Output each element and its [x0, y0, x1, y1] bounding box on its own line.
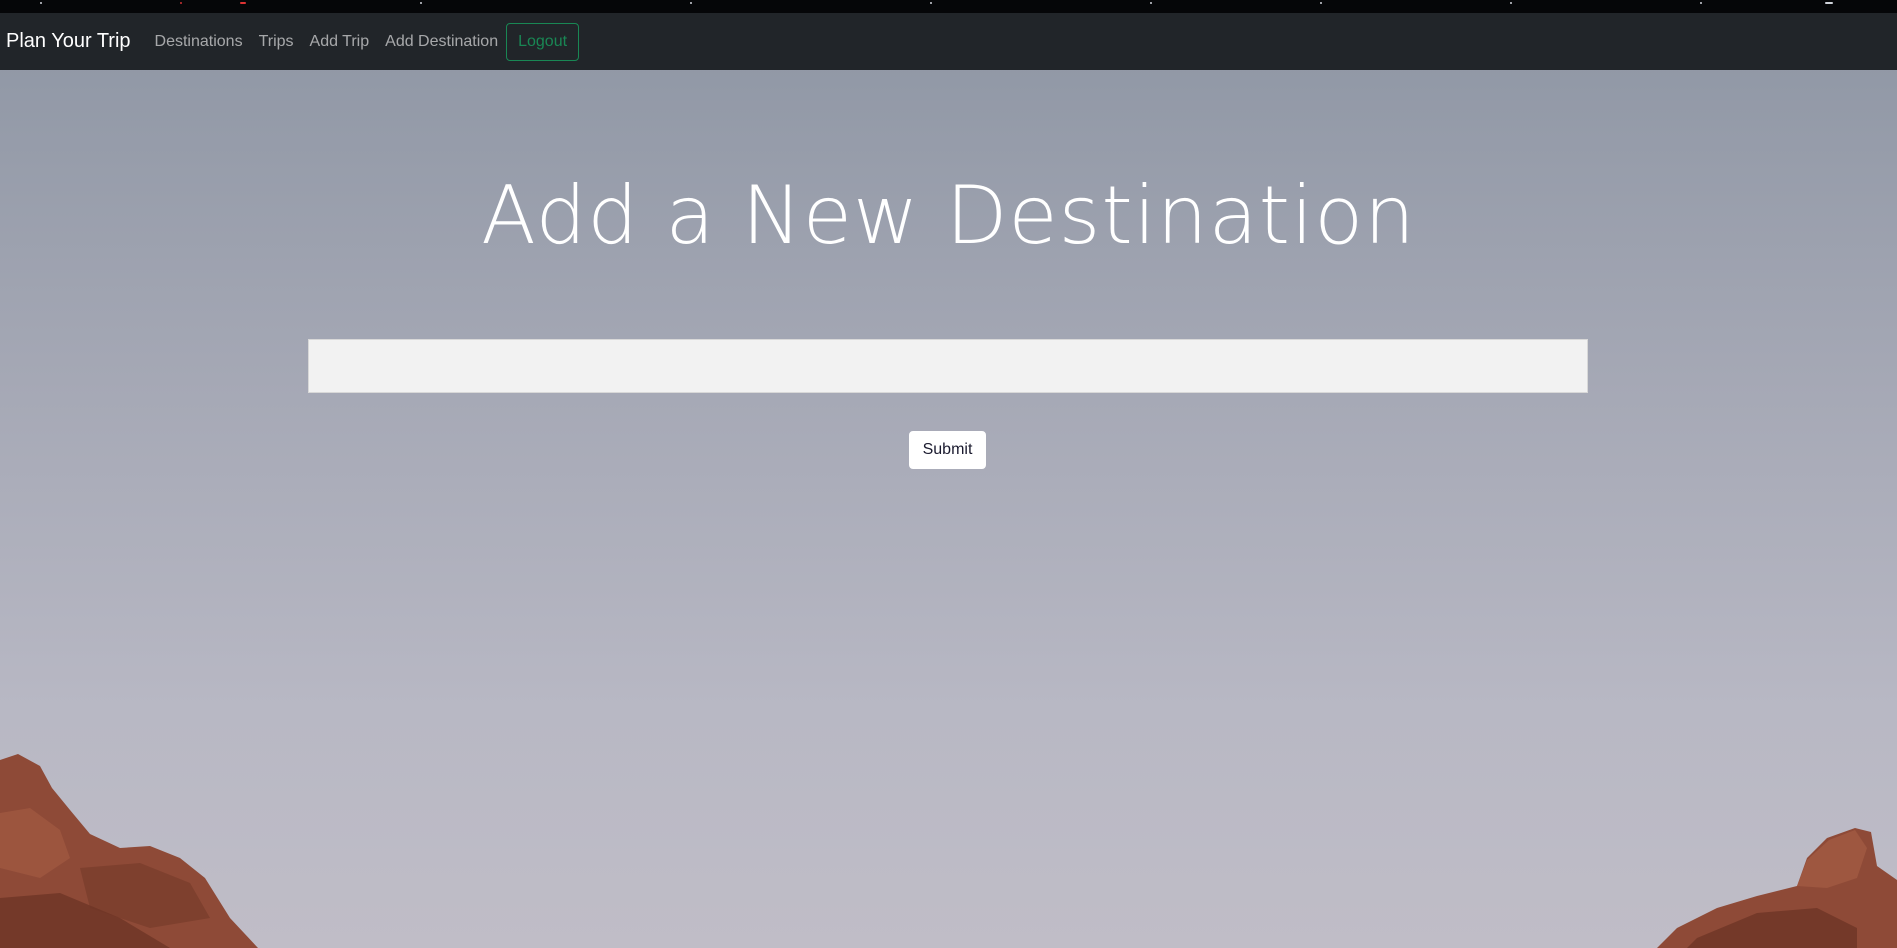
top-navbar: Plan Your Trip Destinations Trips Add Tr… — [0, 13, 1897, 70]
submit-button[interactable]: Submit — [909, 431, 986, 469]
page: Plan Your Trip Destinations Trips Add Tr… — [0, 0, 1897, 948]
logout-button[interactable]: Logout — [506, 22, 580, 61]
nav-link-destinations[interactable]: Destinations — [155, 33, 243, 51]
page-title: Add a New Destination — [481, 169, 1416, 262]
red-rock-right-decoration — [1657, 828, 1897, 948]
brand-link[interactable]: Plan Your Trip — [6, 30, 131, 53]
nav-link-add-trip[interactable]: Add Trip — [310, 33, 370, 51]
nav-link-add-destination[interactable]: Add Destination — [385, 33, 498, 51]
red-rock-left-decoration — [0, 754, 258, 948]
destination-input[interactable] — [308, 339, 1588, 393]
browser-top-strip — [0, 0, 1897, 13]
nav-link-trips[interactable]: Trips — [259, 33, 294, 51]
